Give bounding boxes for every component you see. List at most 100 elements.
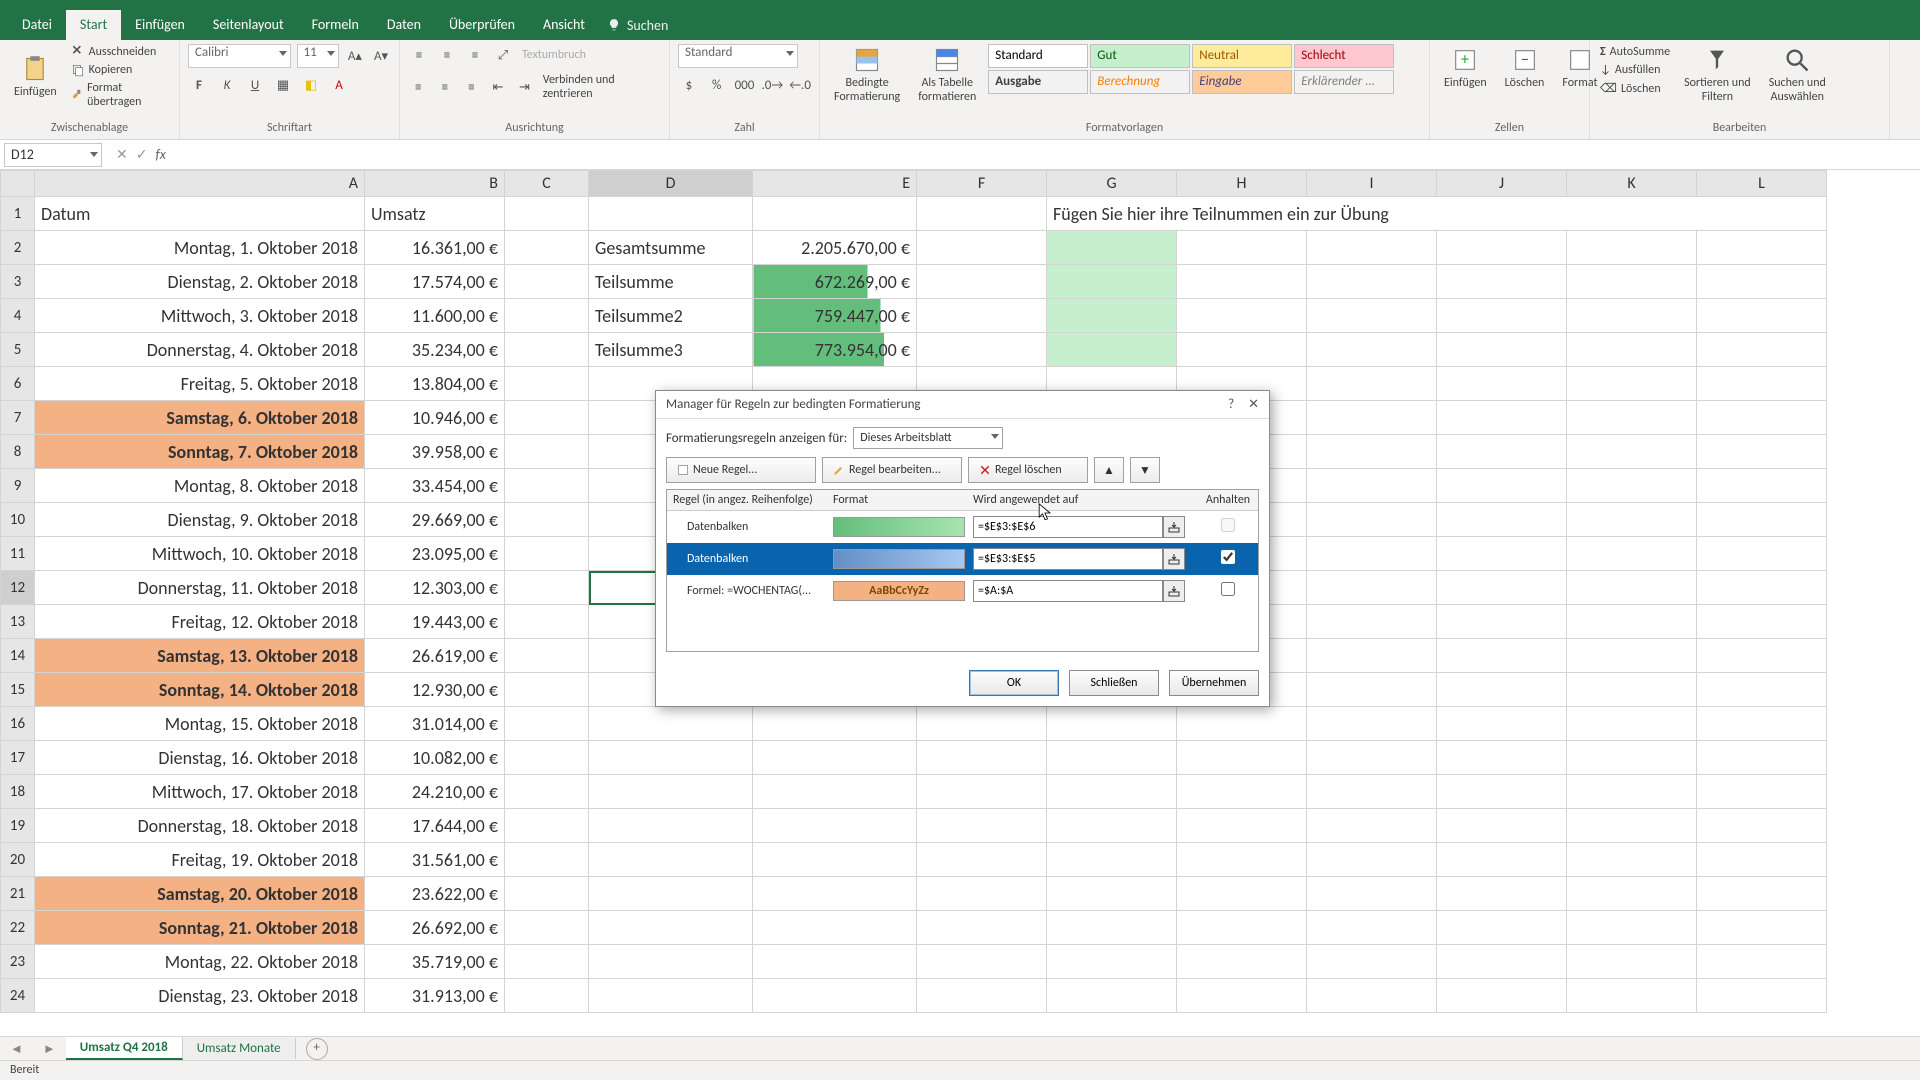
cell[interactable] — [917, 843, 1047, 877]
underline-button[interactable]: U — [244, 74, 266, 96]
row-header[interactable]: 2 — [1, 231, 35, 265]
name-box[interactable]: D12 — [4, 143, 102, 167]
row-header[interactable]: 16 — [1, 707, 35, 741]
cell[interactable] — [1047, 911, 1177, 945]
cell[interactable] — [1567, 435, 1697, 469]
cell[interactable] — [1307, 639, 1437, 673]
cell[interactable]: Sonntag, 7. Oktober 2018 — [35, 435, 365, 469]
cell[interactable] — [589, 707, 753, 741]
new-rule-button[interactable]: Neue Regel... — [666, 457, 816, 483]
cell[interactable]: Umsatz — [365, 197, 505, 231]
italic-button[interactable]: K — [216, 74, 238, 96]
cell[interactable] — [1567, 537, 1697, 571]
cell[interactable] — [505, 537, 589, 571]
fill-color-button[interactable]: ◧ — [300, 74, 322, 96]
cell[interactable] — [1177, 299, 1307, 333]
cell[interactable] — [917, 299, 1047, 333]
row-header[interactable]: 22 — [1, 911, 35, 945]
row-header[interactable]: 19 — [1, 809, 35, 843]
comma-format-button[interactable]: 000 — [734, 74, 756, 96]
cell[interactable] — [505, 843, 589, 877]
cell[interactable]: 16.361,00 € — [365, 231, 505, 265]
row-header[interactable]: 5 — [1, 333, 35, 367]
cell[interactable]: Dienstag, 16. Oktober 2018 — [35, 741, 365, 775]
scope-combo[interactable]: Dieses Arbeitsblatt — [853, 427, 1003, 449]
cell[interactable]: 29.669,00 € — [365, 503, 505, 537]
cell[interactable] — [1567, 809, 1697, 843]
delete-rule-button[interactable]: Regel löschen — [968, 457, 1088, 483]
borders-button[interactable]: ▦ — [272, 74, 294, 96]
cell[interactable] — [1307, 843, 1437, 877]
cell[interactable] — [1697, 843, 1827, 877]
cell[interactable] — [1047, 741, 1177, 775]
col-header-H[interactable]: H — [1177, 171, 1307, 197]
cell[interactable] — [505, 945, 589, 979]
cell[interactable] — [1697, 673, 1827, 707]
cell[interactable] — [505, 333, 589, 367]
style-gut[interactable]: Gut — [1090, 44, 1190, 68]
cell[interactable] — [1307, 673, 1437, 707]
cell[interactable] — [505, 231, 589, 265]
cell[interactable]: 23.622,00 € — [365, 877, 505, 911]
cell[interactable] — [753, 843, 917, 877]
cell[interactable] — [1307, 333, 1437, 367]
col-header-C[interactable]: C — [505, 171, 589, 197]
cell[interactable] — [1697, 605, 1827, 639]
cell[interactable] — [1697, 945, 1827, 979]
autosum-button[interactable]: ΣAutoSumme — [1598, 44, 1672, 60]
cell[interactable] — [1177, 809, 1307, 843]
cell[interactable] — [1567, 775, 1697, 809]
col-header-D[interactable]: D — [589, 171, 753, 197]
cell[interactable] — [917, 333, 1047, 367]
decrease-indent-button[interactable]: ⇤ — [488, 76, 509, 98]
cell[interactable] — [1437, 707, 1567, 741]
stop-if-true-checkbox[interactable] — [1221, 582, 1235, 596]
cell[interactable] — [1437, 945, 1567, 979]
cell[interactable] — [505, 877, 589, 911]
cell[interactable] — [753, 809, 917, 843]
cell[interactable] — [917, 707, 1047, 741]
row-header[interactable]: 13 — [1, 605, 35, 639]
style-eingabe[interactable]: Eingabe — [1192, 70, 1292, 94]
col-header-A[interactable]: A — [35, 171, 365, 197]
cell-styles-gallery[interactable]: Standard Gut Neutral Schlecht Ausgabe Be… — [988, 44, 1394, 94]
tab-einfuegen[interactable]: Einfügen — [121, 10, 199, 40]
cell[interactable] — [505, 979, 589, 1013]
row-header[interactable]: 14 — [1, 639, 35, 673]
cell[interactable] — [1567, 401, 1697, 435]
cell[interactable] — [1437, 809, 1567, 843]
cell[interactable] — [1567, 469, 1697, 503]
cell[interactable] — [1697, 265, 1827, 299]
sort-filter-button[interactable]: Sortieren und Filtern — [1678, 44, 1757, 106]
cell[interactable]: Dienstag, 2. Oktober 2018 — [35, 265, 365, 299]
cell[interactable] — [505, 469, 589, 503]
cell[interactable]: Freitag, 5. Oktober 2018 — [35, 367, 365, 401]
cell[interactable] — [917, 741, 1047, 775]
cell[interactable]: Sonntag, 14. Oktober 2018 — [35, 673, 365, 707]
style-ausgabe[interactable]: Ausgabe — [988, 70, 1088, 94]
tab-datei[interactable]: Datei — [8, 10, 66, 40]
row-header[interactable]: 10 — [1, 503, 35, 537]
cell[interactable] — [1567, 265, 1697, 299]
cell[interactable] — [1567, 231, 1697, 265]
cell[interactable]: 13.804,00 € — [365, 367, 505, 401]
col-header-I[interactable]: I — [1307, 171, 1437, 197]
cell[interactable] — [1177, 911, 1307, 945]
tab-start[interactable]: Start — [66, 10, 121, 40]
cell[interactable] — [505, 707, 589, 741]
cell[interactable]: 12.930,00 € — [365, 673, 505, 707]
cell[interactable]: 26.692,00 € — [365, 911, 505, 945]
tab-ansicht[interactable]: Ansicht — [529, 10, 599, 40]
cell[interactable]: 31.014,00 € — [365, 707, 505, 741]
cell[interactable] — [1697, 877, 1827, 911]
increase-indent-button[interactable]: ⇥ — [514, 76, 535, 98]
applies-to-input[interactable] — [973, 580, 1163, 602]
cell[interactable] — [1437, 741, 1567, 775]
close-button[interactable]: Schließen — [1069, 670, 1159, 696]
stop-if-true-checkbox[interactable] — [1221, 518, 1235, 532]
cell[interactable] — [1047, 809, 1177, 843]
cell[interactable] — [589, 945, 753, 979]
increase-decimal-button[interactable]: .0→ — [761, 74, 783, 96]
cell[interactable]: Teilsumme2 — [589, 299, 753, 333]
cell[interactable]: Dienstag, 9. Oktober 2018 — [35, 503, 365, 537]
